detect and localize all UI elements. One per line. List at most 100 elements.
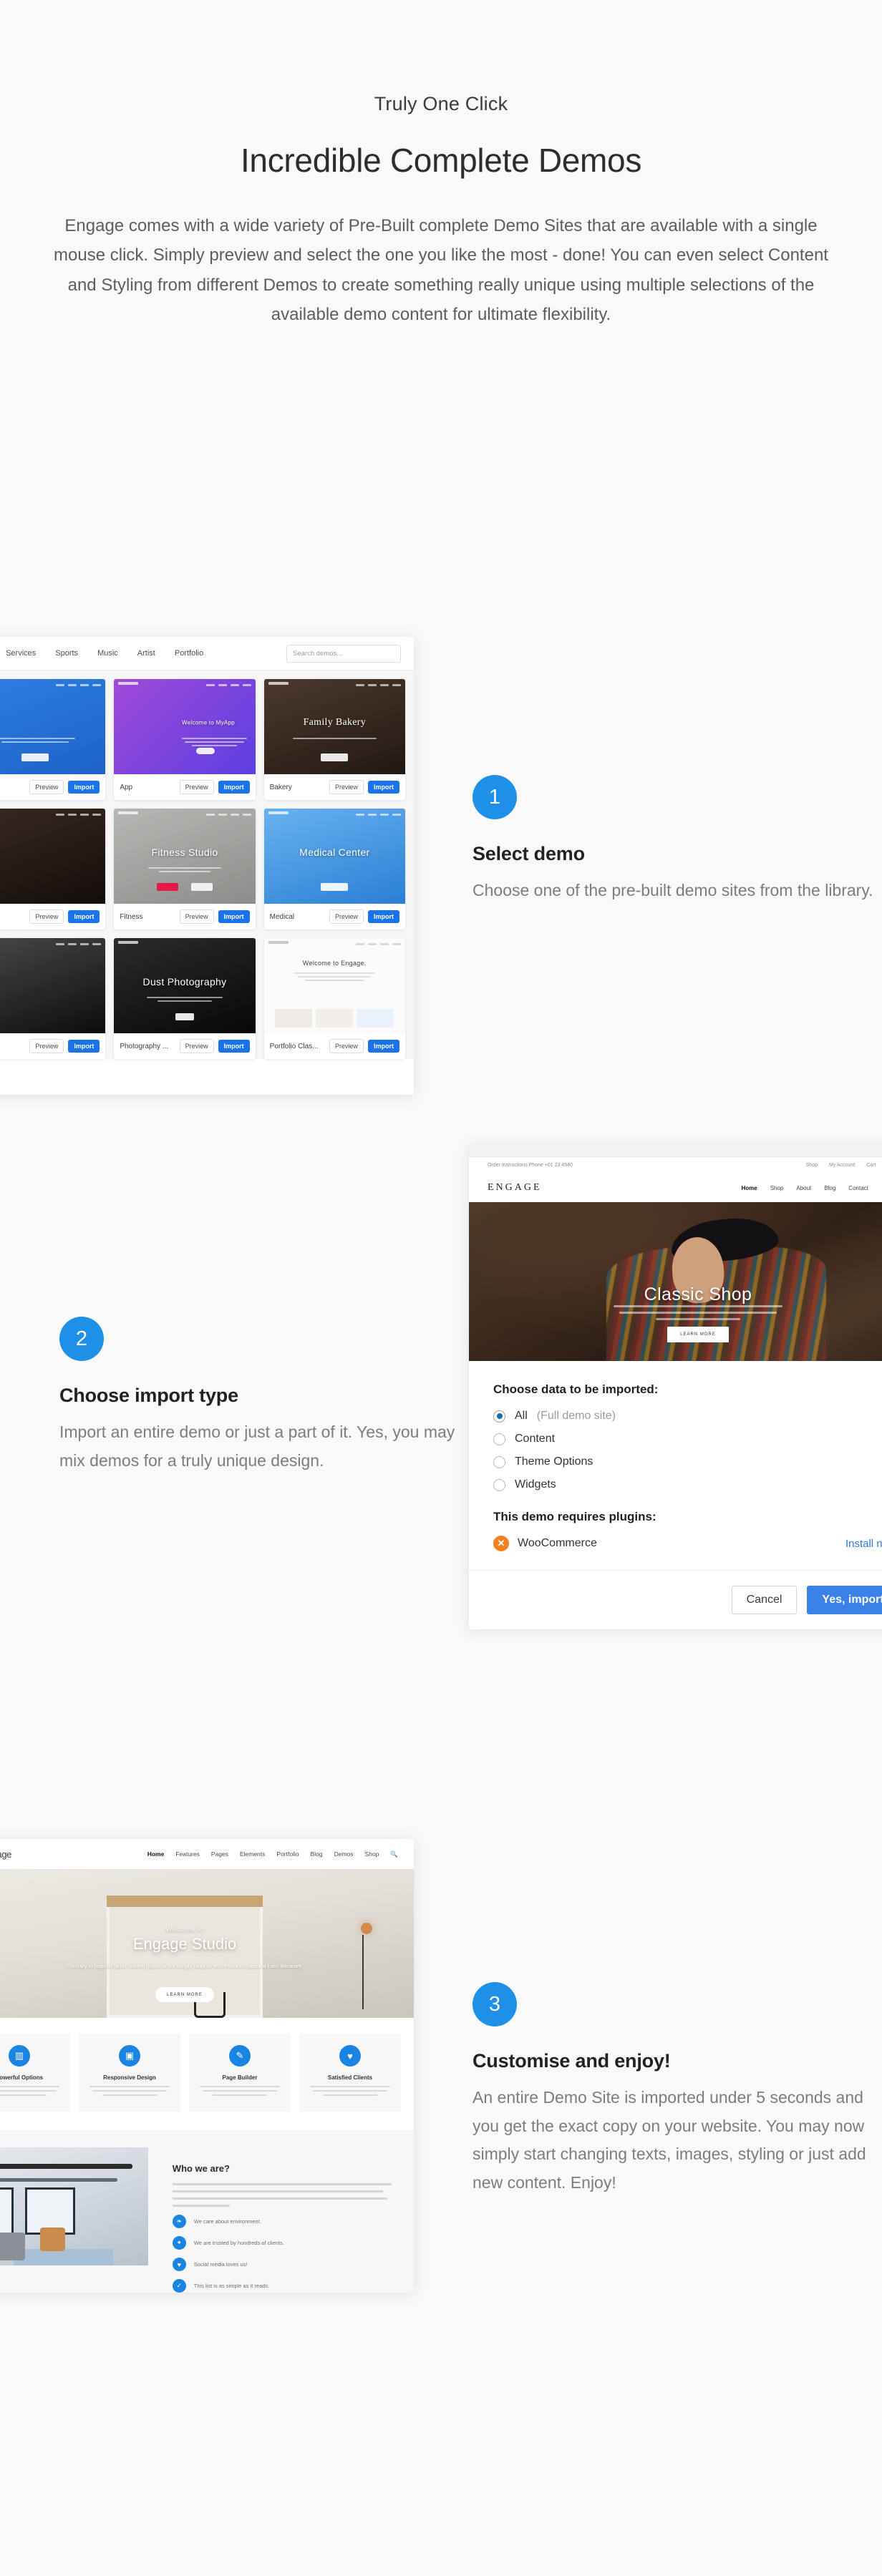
import-option-theme-options[interactable]: Theme Options: [493, 1455, 882, 1468]
demo-name: Fitness: [120, 912, 143, 921]
menu-item-portfolio[interactable]: Portfolio: [276, 1850, 299, 1858]
filter-tab-2[interactable]: Sports: [55, 649, 78, 658]
hero-learn-more-button[interactable]: LEARN MORE: [667, 1327, 729, 1342]
import-data-heading: Choose data to be imported:: [493, 1382, 659, 1396]
menu-item-features[interactable]: Features: [175, 1850, 200, 1858]
demo-card[interactable]: Welcome to MyApp App Preview Import: [114, 679, 256, 800]
demo-card-footer: Fitness Preview Import: [114, 904, 255, 930]
thumb-sub: [284, 738, 385, 746]
topbar-link-shop[interactable]: Shop: [806, 1163, 818, 1168]
radio-theme-options[interactable]: [493, 1455, 505, 1468]
topbar-note: Order Instructions Phone +01 23 4540: [488, 1163, 573, 1168]
import-button[interactable]: Import: [68, 1040, 100, 1053]
preview-button[interactable]: Preview: [29, 780, 64, 794]
filter-tab-4[interactable]: Artist: [137, 649, 155, 658]
radio-all[interactable]: [493, 1410, 505, 1423]
thumb-button: [195, 748, 215, 754]
preview-button[interactable]: Preview: [329, 909, 364, 924]
menu-item-blog[interactable]: Blog: [311, 1850, 323, 1858]
demo-filter-bar: Food Services Sports Music Artist Portfo…: [0, 637, 414, 670]
preview-button[interactable]: Preview: [179, 909, 214, 924]
menu-item-demos[interactable]: Demos: [334, 1850, 354, 1858]
demo-card[interactable]: Welcome to Engage. Portfolio Clas... Pre…: [263, 938, 405, 1059]
feature-text-lines: [196, 2086, 284, 2096]
topbar-link-cart[interactable]: Cart: [866, 1163, 876, 1168]
step-title: Customise and enjoy!: [472, 2050, 671, 2072]
demo-card[interactable]: Preview Import: [0, 679, 106, 800]
leaf-icon: ❧: [172, 2215, 186, 2228]
install-now-link[interactable]: Install now ›: [845, 1538, 882, 1550]
preview-button[interactable]: Preview: [179, 1039, 214, 1053]
imported-site-logo[interactable]: engage: [0, 1849, 11, 1860]
search-input[interactable]: Search demos...: [286, 644, 401, 663]
import-option-content[interactable]: Content: [493, 1433, 882, 1445]
demo-thumbnail: Dust Photography: [114, 938, 256, 1033]
demo-thumbnail: [0, 938, 106, 1033]
intro-section: Truly One Click Incredible Complete Demo…: [0, 0, 882, 329]
preview-button[interactable]: Preview: [29, 1039, 64, 1053]
cancel-button[interactable]: Cancel: [731, 1586, 798, 1614]
demo-card[interactable]: Medical Center Medical Preview Import: [263, 809, 405, 930]
radio-content[interactable]: [493, 1433, 505, 1445]
import-button[interactable]: Import: [367, 910, 399, 923]
preview-button[interactable]: Preview: [179, 780, 214, 794]
menu-item-home[interactable]: Home: [147, 1850, 165, 1858]
import-button[interactable]: Import: [218, 781, 250, 794]
preview-button[interactable]: Preview: [329, 1039, 364, 1053]
import-button[interactable]: Import: [68, 781, 100, 794]
filter-tab-1[interactable]: Services: [6, 649, 36, 658]
demo-card[interactable]: Family Bakery Bakery Preview Import: [263, 679, 405, 800]
menu-item-elements[interactable]: Elements: [240, 1850, 265, 1858]
step-1: 1 Select demo Choose one of the pre-buil…: [472, 775, 873, 905]
step-number-badge: 3: [472, 1982, 517, 2026]
feature-card: ✎ Page Builder: [189, 2034, 291, 2112]
who-bullet-text: We care about environment.: [193, 2218, 261, 2225]
demo-card-footer: Bakery Preview Import: [264, 774, 405, 800]
radio-widgets[interactable]: [493, 1478, 505, 1491]
search-icon[interactable]: 🔍: [390, 1850, 398, 1858]
menu-item-contact[interactable]: Contact: [848, 1185, 868, 1191]
menu-item-shop[interactable]: Shop: [770, 1185, 784, 1191]
who-bullet: ❧ We care about environment.: [172, 2215, 394, 2228]
filter-tab-5[interactable]: Portfolio: [175, 649, 203, 658]
radio-label-content: Content: [515, 1433, 556, 1445]
demo-card[interactable]: Fitness Studio Fitness Preview Import: [114, 809, 256, 930]
menu-item-pages[interactable]: Pages: [211, 1850, 228, 1858]
topbar-link-my-account[interactable]: My Account: [829, 1163, 855, 1168]
hero-subtext: [606, 1305, 790, 1324]
menu-item-blog[interactable]: Blog: [824, 1185, 835, 1191]
import-option-all[interactable]: All (Full demo site): [493, 1410, 882, 1423]
menu-item-about[interactable]: About: [796, 1185, 811, 1191]
portfolio-thumb-row: [275, 1009, 394, 1028]
demo-card[interactable]: Preview Import: [0, 809, 106, 930]
import-option-widgets[interactable]: Widgets: [493, 1478, 882, 1491]
preview-button[interactable]: Preview: [29, 909, 64, 924]
thumb-title: Fitness Studio: [151, 847, 218, 859]
feature-text-lines: [86, 2086, 173, 2096]
demo-card[interactable]: Preview Import: [0, 938, 106, 1059]
thumb-button: [21, 753, 49, 761]
feature-card: ▥ Powerful Options: [0, 2034, 70, 2112]
demo-thumbnail: [0, 809, 106, 904]
preview-button[interactable]: Preview: [329, 780, 364, 794]
who-we-are-image: [0, 2147, 148, 2265]
hero-learn-more-button[interactable]: LEARN MORE: [155, 1987, 214, 2002]
import-button[interactable]: Import: [367, 1040, 399, 1053]
feature-card: ♥ Satisfied Clients: [299, 2034, 401, 2112]
menu-item-home[interactable]: Home: [741, 1185, 757, 1191]
hero-beam-art: [107, 1896, 263, 1908]
feature-title: Page Builder: [222, 2074, 258, 2081]
confirm-import-button[interactable]: Yes, import!: [807, 1586, 882, 1614]
site-logo[interactable]: ENGAGE: [488, 1182, 542, 1194]
import-button[interactable]: Import: [218, 1040, 250, 1053]
step-description: An entire Demo Site is imported under 5 …: [472, 2088, 866, 2192]
demo-card-grid: Preview Import Welcome to MyApp App Prev…: [0, 670, 414, 1059]
filter-tab-3[interactable]: Music: [97, 649, 118, 658]
demo-card[interactable]: Dust Photography Photography ... Preview…: [114, 938, 256, 1059]
imported-site-menu: Home Features Pages Elements Portfolio B…: [147, 1850, 398, 1858]
menu-item-shop[interactable]: Shop: [365, 1850, 379, 1858]
import-button[interactable]: Import: [68, 910, 100, 923]
import-button[interactable]: Import: [218, 910, 250, 923]
import-button[interactable]: Import: [367, 781, 399, 794]
import-dialog-screenshot: Order Instructions Phone +01 23 4540 Sho…: [469, 1145, 882, 1629]
